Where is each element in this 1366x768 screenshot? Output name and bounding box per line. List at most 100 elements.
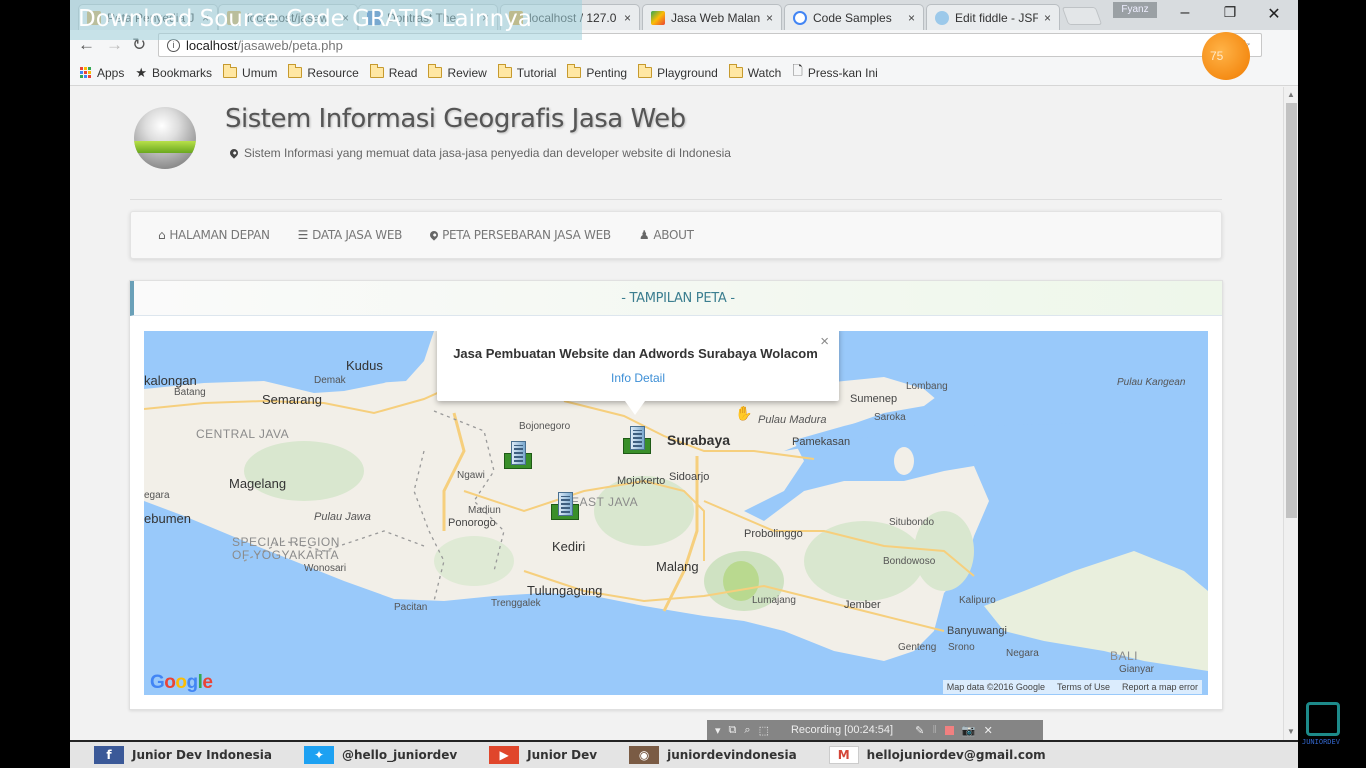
map-label: Pulau Kangean xyxy=(1117,377,1186,388)
panel-title: - TAMPILAN PETA - xyxy=(130,281,1222,316)
bookmark-bookmarks[interactable]: ★ Bookmarks xyxy=(135,65,212,81)
bookmark-folder[interactable]: Umum xyxy=(223,64,277,80)
map-label: Srono xyxy=(948,642,975,653)
small-island xyxy=(894,447,914,475)
bookmark-apps[interactable]: Apps xyxy=(80,66,124,80)
folder-icon xyxy=(728,64,743,78)
map-region-label: SPECIAL REGION OF YOGYAKARTA xyxy=(232,535,340,562)
map-label: Saroka xyxy=(874,412,906,423)
download-banner: Download Source Code GRATIS Lainnya xyxy=(70,0,582,40)
globe-logo-icon xyxy=(134,107,196,169)
page-icon: 🗋 xyxy=(792,62,803,78)
bookmark-folder[interactable]: Watch xyxy=(728,64,781,80)
tab-close-icon[interactable]: × xyxy=(624,11,631,25)
scroll-up-icon[interactable]: ▲ xyxy=(1287,90,1295,99)
map-label: Banyuwangi xyxy=(947,625,1007,637)
map-panel: - TAMPILAN PETA - Kudus Demak kalongan B… xyxy=(129,280,1223,710)
tab-close-icon[interactable]: × xyxy=(766,11,773,25)
footer-facebook: f Junior Dev Indonesia xyxy=(94,746,272,764)
map-label: Sumenep xyxy=(850,393,898,405)
map-label: Ngawi xyxy=(457,470,485,481)
map-label: Trenggalek xyxy=(491,598,541,609)
bookmark-folder[interactable]: Resource xyxy=(288,64,359,80)
page-scrollbar[interactable]: ▲ ▼ xyxy=(1283,87,1298,740)
tab[interactable]: Jasa Web Malan × xyxy=(642,4,782,30)
map-label: Mojokerto xyxy=(617,475,666,487)
close-icon[interactable]: ✕ xyxy=(984,724,993,737)
twitter-icon: ✦ xyxy=(303,746,334,764)
bookmark-folder[interactable]: Read xyxy=(369,64,417,80)
folder-icon xyxy=(288,64,303,78)
user-icon: ♟ xyxy=(638,228,650,242)
report-map-error-link[interactable]: Report a map error xyxy=(1122,680,1198,694)
nav-peta-persebaran[interactable]: PETA PERSEBARAN JASA WEB xyxy=(428,228,611,242)
extension-badge[interactable]: 75 xyxy=(1202,32,1250,80)
recorder-bar: ▾ ⧉ ⌕ ⬚ Recording [00:24:54] ✎ ‖ 📷 ✕ xyxy=(707,720,1043,740)
site-subtitle: Sistem Informasi yang memuat data jasa-j… xyxy=(228,146,731,160)
infowindow-close-icon[interactable]: × xyxy=(820,333,829,350)
juniordev-logo-icon xyxy=(1306,702,1340,736)
map-marker-building[interactable] xyxy=(504,441,532,469)
bookmark-folder[interactable]: Penting xyxy=(567,64,627,80)
nav-data-jasa-web[interactable]: ☰ DATA JASA WEB xyxy=(297,228,403,242)
map-marker-building[interactable] xyxy=(551,492,579,520)
window-icon[interactable]: ⧉ xyxy=(729,724,737,737)
footer-instagram: ◉ juniordevindonesia xyxy=(629,746,797,764)
tab-close-icon[interactable]: × xyxy=(1044,11,1051,25)
profile-button[interactable]: Fyanz xyxy=(1113,2,1157,18)
terms-of-use-link[interactable]: Terms of Use xyxy=(1057,680,1110,694)
footer-youtube: ▶ Junior Dev xyxy=(489,746,597,764)
map-region-label: BALI xyxy=(1110,649,1139,663)
camera-icon[interactable]: 📷 xyxy=(962,724,976,737)
minimize-button[interactable]: – xyxy=(1170,4,1200,22)
folder-icon xyxy=(497,64,512,78)
gmail-icon: M xyxy=(828,746,859,764)
pause-icon[interactable]: ‖ xyxy=(932,724,937,736)
dropdown-icon[interactable]: ▾ xyxy=(715,724,721,737)
restore-button[interactable]: ❐ xyxy=(1215,4,1245,21)
bookmark-folder[interactable]: Tutorial xyxy=(497,64,556,80)
folder-icon xyxy=(638,64,653,78)
scrollbar-thumb[interactable] xyxy=(1286,103,1297,518)
map-infowindow: Jasa Pembuatan Website dan Adwords Surab… xyxy=(437,331,839,415)
zoom-icon[interactable]: ⌕ xyxy=(744,724,750,737)
jsfiddle-favicon-icon xyxy=(935,10,949,25)
map-label: Pulau Jawa xyxy=(314,511,371,523)
map-label: Gianyar xyxy=(1119,664,1155,675)
bookmark-folder[interactable]: Review xyxy=(428,64,487,80)
map-label: Pamekasan xyxy=(792,436,851,448)
youtube-icon: ▶ xyxy=(489,746,520,764)
nav-about[interactable]: ♟ ABOUT xyxy=(639,228,694,242)
info-icon[interactable]: i xyxy=(167,38,180,52)
hand-cursor-icon: ✋ xyxy=(735,405,753,421)
map-data-text: Map data ©2016 Google xyxy=(946,682,1045,692)
stop-icon[interactable] xyxy=(944,725,954,735)
region-icon[interactable]: ⬚ xyxy=(759,724,769,737)
close-window-button[interactable]: ✕ xyxy=(1259,4,1289,24)
map-label: Genteng xyxy=(898,642,937,653)
info-detail-link[interactable]: Info Detail xyxy=(437,371,839,385)
google-map[interactable]: Kudus Demak kalongan Batang Semarang CEN… xyxy=(144,331,1208,695)
map-label: Wonosari xyxy=(304,563,347,574)
tab[interactable]: Edit fiddle - JSF × xyxy=(926,4,1060,30)
tab-close-icon[interactable]: × xyxy=(908,11,915,25)
bookmark-page[interactable]: 🗋 Press-kan Ini xyxy=(792,62,877,84)
recording-status: Recording [00:24:54] xyxy=(790,724,894,736)
new-tab-button[interactable] xyxy=(1061,7,1103,25)
star-icon: ★ xyxy=(135,64,148,80)
map-region-label: EAST JAVA xyxy=(571,495,639,509)
google-logo: Google xyxy=(150,672,213,693)
nav-halaman-depan[interactable]: ⌂ HALAMAN DEPAN xyxy=(158,228,270,242)
pencil-icon[interactable]: ✎ xyxy=(915,724,924,737)
bookmark-folder[interactable]: Playground xyxy=(638,64,718,80)
map-label: Malang xyxy=(656,559,699,574)
map-label: ebumen xyxy=(144,511,191,526)
map-marker-building[interactable] xyxy=(623,426,651,454)
tab[interactable]: Code Samples × xyxy=(784,4,924,30)
map-label: Madiun xyxy=(468,505,501,516)
scroll-down-icon[interactable]: ▼ xyxy=(1287,727,1295,736)
map-label: Semarang xyxy=(262,392,322,407)
list-icon: ☰ xyxy=(297,228,309,242)
map-label: Ponorogo xyxy=(448,517,496,529)
map-label: Pacitan xyxy=(394,602,428,613)
